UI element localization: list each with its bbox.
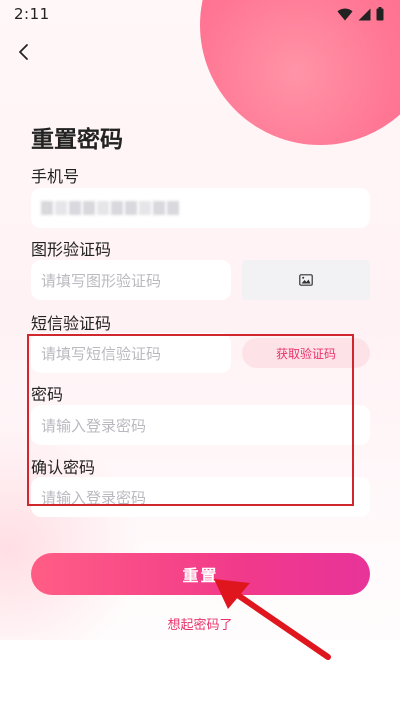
captcha-image[interactable]: [242, 260, 370, 300]
phone-input[interactable]: [31, 188, 370, 228]
back-button[interactable]: [10, 38, 38, 66]
captcha-placeholder: 请填写图形验证码: [41, 271, 162, 290]
signal-icon: [358, 8, 371, 20]
status-bar: 2:11: [0, 0, 400, 28]
wifi-icon: [337, 8, 353, 20]
image-icon: [299, 274, 313, 286]
captcha-input[interactable]: 请填写图形验证码: [31, 260, 231, 300]
status-icons: [337, 7, 384, 21]
screen: 2:11 重置密码 手机号 图形验证码 请填写图形验证码 短信验证码 请填写短信…: [0, 0, 400, 711]
chevron-left-icon: [19, 44, 28, 60]
annotation-highlight-box: [27, 334, 354, 506]
phone-label: 手机号: [31, 167, 80, 186]
phone-value-masked: [41, 201, 181, 215]
annotation-arrow: [214, 579, 331, 660]
captcha-label: 图形验证码: [31, 240, 112, 259]
sms-label: 短信验证码: [31, 314, 112, 333]
battery-icon: [376, 7, 384, 21]
status-time: 2:11: [14, 5, 50, 23]
page-title: 重置密码: [31, 127, 123, 153]
